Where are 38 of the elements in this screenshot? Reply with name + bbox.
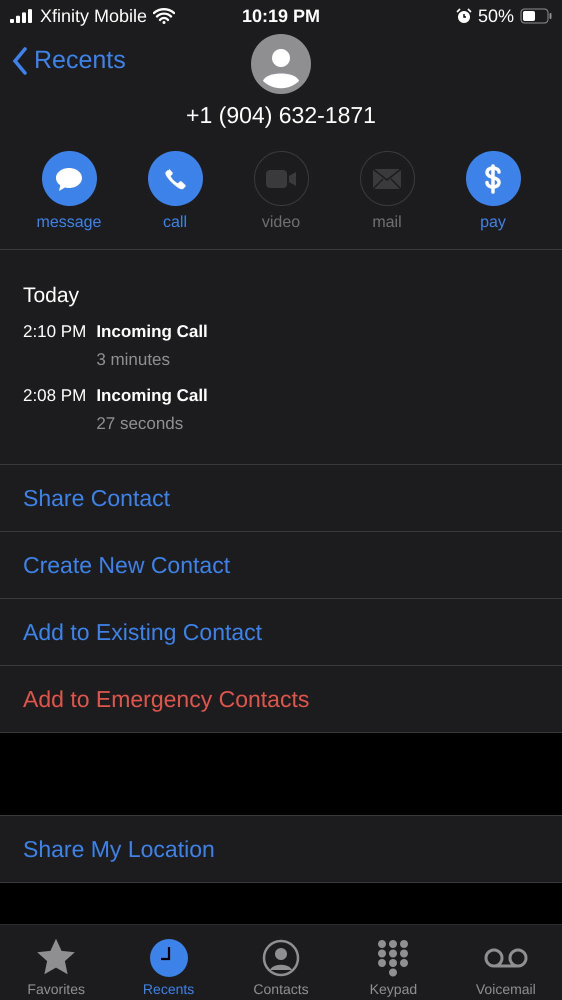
pay-action-button[interactable]: pay <box>440 151 546 249</box>
keypad-icon <box>376 939 410 977</box>
tab-bar-item[interactable]: Contacts <box>224 925 338 1000</box>
section-heading: Today <box>23 284 80 308</box>
clock-icon <box>150 939 188 977</box>
wifi-icon <box>153 8 176 24</box>
star-icon <box>35 937 78 977</box>
call-duration: 3 minutes <box>96 350 172 370</box>
signal-icon <box>10 9 34 23</box>
call-type: Incoming Call <box>96 322 208 342</box>
dollar-icon <box>483 164 503 194</box>
call-time: 2:08 PM <box>23 386 86 407</box>
call-action-button[interactable]: call <box>122 151 228 249</box>
contact-option[interactable]: Add to Existing Contact <box>0 599 562 666</box>
message-action-button[interactable]: message <box>16 151 122 249</box>
call-time: 2:10 PM <box>23 322 86 343</box>
tab-bar-item[interactable]: Keypad <box>337 925 450 1000</box>
alarm-clock-icon <box>456 8 472 24</box>
carrier-name: Xfinity Mobile <box>40 6 148 26</box>
battery-percent: 50% <box>478 6 514 26</box>
video-camera-icon <box>265 168 297 190</box>
call-type: Incoming Call <box>96 386 208 406</box>
contact-option[interactable]: Create New Contact <box>0 532 562 599</box>
back-button[interactable]: Recents <box>12 46 126 75</box>
contact-option[interactable]: Share Contact <box>0 465 562 532</box>
battery-icon <box>520 8 552 24</box>
chevron-left-icon <box>12 46 28 74</box>
tab-bar-item[interactable]: Recents <box>112 925 225 1000</box>
envelope-icon <box>372 168 402 190</box>
call-duration: 27 seconds <box>96 414 184 434</box>
person-circle-icon <box>262 939 300 977</box>
status-time: 10:19 PM <box>242 6 320 26</box>
share-location-option[interactable]: Share My Location <box>0 816 562 883</box>
tab-bar-item[interactable]: Favorites <box>0 925 112 1000</box>
avatar-icon <box>251 34 311 94</box>
contact-option[interactable]: Add to Emergency Contacts <box>0 666 562 733</box>
phone-number: +1 (904) 632-1871 <box>185 102 377 129</box>
tab-bar-item[interactable]: Voicemail <box>450 925 562 1000</box>
